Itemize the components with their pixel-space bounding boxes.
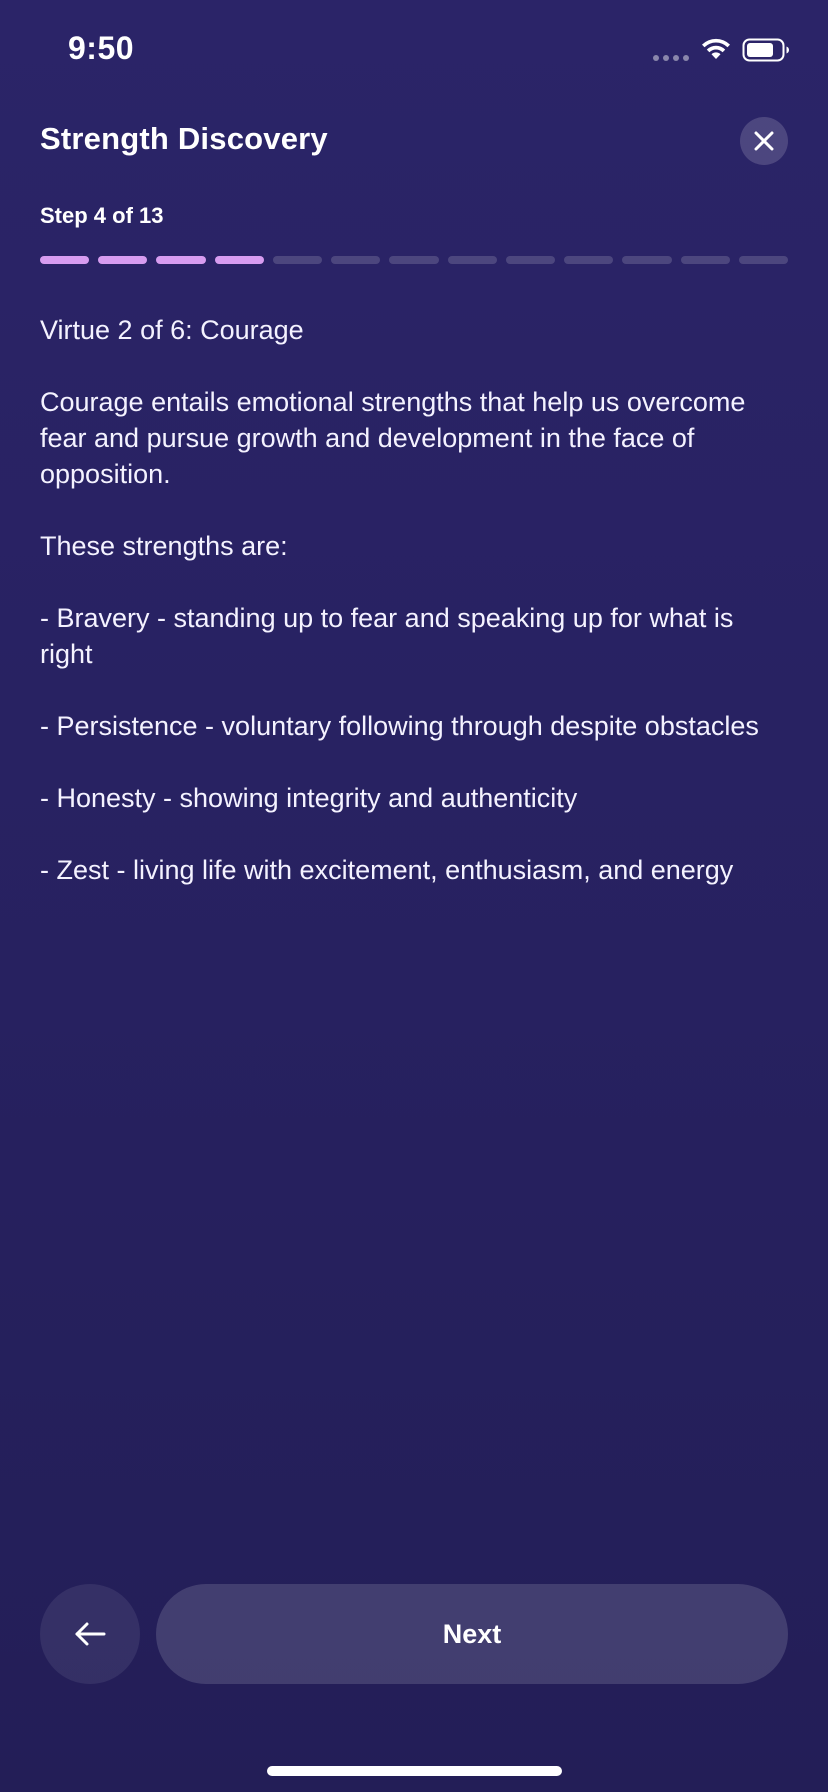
progress-segment-pending: [505, 256, 556, 264]
lesson-content: Virtue 2 of 6: Courage Courage entails e…: [40, 312, 790, 924]
arrow-left-icon: [75, 1622, 106, 1646]
strength-item: - Honesty - showing integrity and authen…: [40, 783, 578, 813]
progress-segment-pending: [564, 256, 614, 264]
progress-segment-pending: [272, 256, 323, 264]
cellular-signal-icon: [653, 55, 689, 61]
back-button[interactable]: [40, 1584, 140, 1684]
progress-segment-complete: [156, 256, 206, 264]
home-indicator: [267, 1766, 562, 1776]
close-icon: [754, 131, 774, 151]
progress-segment-pending: [331, 256, 381, 264]
close-button[interactable]: [740, 117, 788, 165]
progress-segment-pending: [738, 256, 789, 264]
progress-segment-complete: [214, 256, 264, 264]
step-progress-bar: [40, 256, 789, 264]
status-time: 9:50: [68, 30, 135, 66]
strengths-intro: These strengths are:: [40, 531, 288, 561]
progress-segment-complete: [98, 256, 148, 264]
status-bar: 9:50: [0, 0, 828, 100]
strength-item: - Bravery - standing up to fear and spea…: [40, 603, 734, 669]
progress-segment-complete: [40, 256, 90, 264]
strength-item: - Zest - living life with excitement, en…: [40, 855, 734, 885]
battery-icon: [742, 38, 789, 62]
next-button[interactable]: Next: [156, 1584, 788, 1684]
progress-segment-pending: [622, 256, 672, 264]
progress-segment-pending: [389, 256, 439, 264]
progress-segment-pending: [680, 256, 730, 264]
step-indicator: Step 4 of 13: [40, 203, 164, 228]
strength-item: - Persistence - voluntary following thro…: [40, 711, 759, 741]
virtue-description: Courage entails emotional strengths that…: [40, 387, 746, 489]
wifi-icon: [702, 38, 730, 59]
page-title: Strength Discovery: [40, 121, 328, 156]
virtue-heading: Virtue 2 of 6: Courage: [40, 315, 304, 345]
progress-segment-pending: [447, 256, 497, 264]
